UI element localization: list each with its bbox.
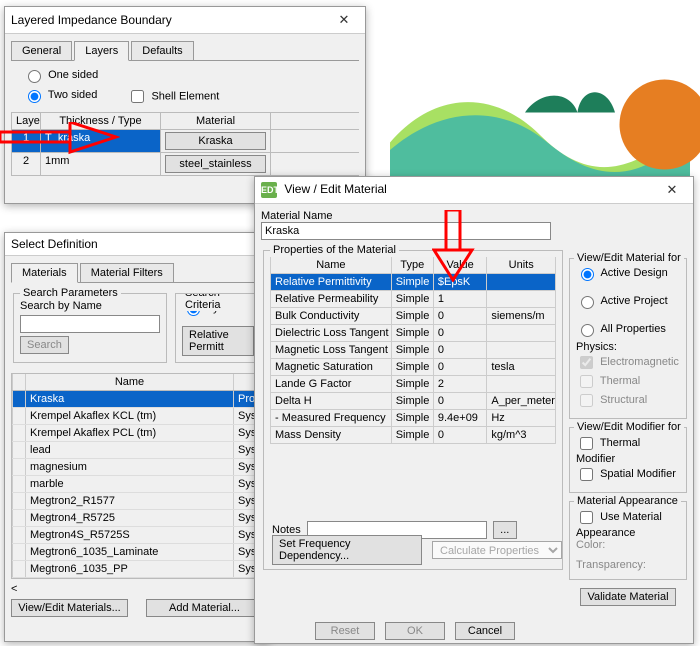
search-params-legend: Search Parameters [20, 287, 121, 299]
check-thermal: Thermal [576, 375, 640, 387]
property-row[interactable]: Delta HSimple0A_per_meter [270, 393, 556, 410]
close-icon[interactable]: ✕ [329, 11, 359, 29]
ok-button[interactable]: OK [385, 622, 445, 640]
tab-materials[interactable]: Materials [11, 263, 78, 283]
property-row[interactable]: Magnetic Loss TangentSimple0 [270, 342, 556, 359]
list-item[interactable]: marbleSys [12, 476, 262, 493]
set-freq-dependency-button[interactable]: Set Frequency Dependency... [272, 535, 422, 565]
one-sided-radio[interactable]: One sided [23, 69, 98, 81]
material-cell-button[interactable]: Kraska [165, 132, 266, 150]
check-structural: Structural [576, 394, 647, 406]
property-row[interactable]: Mass DensitySimple0kg/m^3 [270, 427, 556, 444]
radio-active-design[interactable]: Active Design [576, 267, 668, 279]
list-item[interactable]: Megtron4S_R5725SSys [12, 527, 262, 544]
property-row[interactable]: Lande G FactorSimple2 [270, 376, 556, 393]
check-use-appearance[interactable]: Use Material Appearance [576, 511, 662, 539]
list-item[interactable]: Krempel Akaflex PCL (tm)Sys [12, 425, 262, 442]
seldef-tabs: Materials Material Filters [11, 262, 263, 283]
radio-all-properties[interactable]: All Properties [576, 323, 666, 335]
arrow-to-value-column [432, 210, 476, 282]
col-name[interactable]: Name [26, 374, 234, 390]
shell-element-check[interactable]: Shell Element [127, 87, 219, 106]
decorative-bg [340, 60, 700, 180]
seldef-title: Select Definition [11, 237, 98, 251]
list-item[interactable]: Megtron2_R1577Sys [12, 493, 262, 510]
layered-tabs: General Layers Defaults [11, 40, 359, 61]
tab-defaults[interactable]: Defaults [131, 41, 193, 60]
list-item[interactable]: Krempel Akaflex KCL (tm)Sys [12, 408, 262, 425]
list-item[interactable]: magnesiumSys [12, 459, 262, 476]
reset-button[interactable]: Reset [315, 622, 375, 640]
property-row[interactable]: Relative PermeabilitySimple1 [270, 291, 556, 308]
tab-general[interactable]: General [11, 41, 72, 60]
search-button[interactable]: Search [20, 336, 69, 354]
tab-layers[interactable]: Layers [74, 41, 129, 61]
check-spatial-modifier[interactable]: Spatial Modifier [576, 468, 676, 480]
view-edit-title: View / Edit Material [284, 182, 387, 196]
search-by-name-label: Search by Name [20, 300, 160, 312]
property-row[interactable]: - Measured FrequencySimple9.4e+09Hz [270, 410, 556, 427]
props-legend: Properties of the Material [270, 244, 399, 256]
close-icon[interactable]: ✕ [657, 181, 687, 199]
property-row[interactable]: Bulk ConductivitySimple0siemens/m [270, 308, 556, 325]
view-edit-materials-button[interactable]: View/Edit Materials... [11, 599, 128, 617]
list-item[interactable]: Megtron6_1035_LaminateSys [12, 544, 262, 561]
property-row[interactable]: Relative PermittivitySimple$EpsK [270, 274, 556, 291]
two-sided-radio[interactable]: Two sided [23, 87, 97, 106]
materials-list[interactable]: Name KraskaProKrempel Akaflex KCL (tm)Sy… [11, 373, 263, 579]
tab-material-filters[interactable]: Material Filters [80, 263, 174, 282]
list-item[interactable]: KraskaPro [12, 391, 262, 408]
check-thermal-modifier[interactable]: Thermal Modifier [576, 437, 640, 465]
layered-impedance-window: Layered Impedance Boundary ✕ General Lay… [4, 6, 366, 204]
list-item[interactable]: Megtron4_R5725Sys [12, 510, 262, 527]
layered-title: Layered Impedance Boundary [11, 13, 172, 27]
search-criteria-legend: Search Criteria [182, 293, 260, 311]
property-row[interactable]: Dielectric Loss TangentSimple0 [270, 325, 556, 342]
radio-active-project[interactable]: Active Project [576, 295, 668, 307]
cancel-button[interactable]: Cancel [455, 622, 515, 640]
app-icon: EDT [261, 182, 277, 198]
add-material-button[interactable]: Add Material... [146, 599, 263, 617]
search-input[interactable] [20, 315, 160, 333]
property-row[interactable]: Magnetic SaturationSimple0tesla [270, 359, 556, 376]
select-definition-window: Select Definition Materials Material Fil… [4, 232, 270, 642]
check-em: Electromagnetic [576, 356, 679, 368]
list-item[interactable]: leadSys [12, 442, 262, 459]
material-cell-button[interactable]: steel_stainless [165, 155, 266, 173]
arrow-to-layer-row [0, 122, 120, 158]
relative-permit-button[interactable]: Relative Permitt [182, 326, 254, 356]
hdr-material: Material [161, 113, 271, 129]
list-item[interactable]: Megtron6_1035_PPSys [12, 561, 262, 578]
validate-material-button[interactable]: Validate Material [580, 588, 675, 606]
material-name-input[interactable] [261, 222, 551, 240]
calculate-properties-select[interactable]: Calculate Properties for: [432, 541, 562, 559]
